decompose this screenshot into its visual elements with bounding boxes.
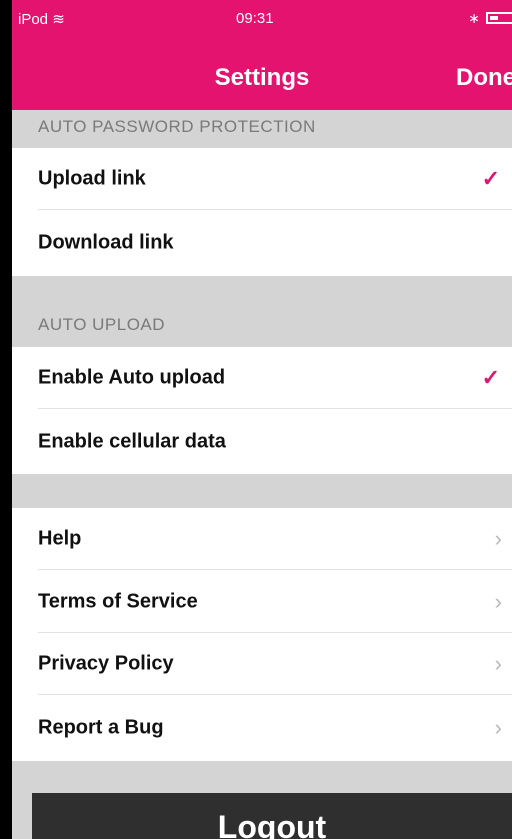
page-title: Settings	[214, 64, 310, 91]
row-label: Enable Auto upload	[38, 366, 226, 389]
bluetooth-icon: ∗	[468, 10, 480, 26]
status-time: 09:31	[236, 10, 274, 27]
privacy-policy-row[interactable]: Privacy Policy ›	[12, 633, 512, 695]
settings-screen: iPod ≋ 09:31 ∗ Settings Done AUTO PASSWO…	[12, 0, 512, 839]
battery-icon	[486, 12, 512, 24]
chevron-right-icon: ›	[494, 651, 502, 676]
enable-cellular-data-row[interactable]: Enable cellular data	[12, 409, 512, 474]
done-button[interactable]: Done	[456, 64, 512, 92]
row-label: Upload link	[38, 167, 146, 190]
help-row[interactable]: Help ›	[12, 508, 512, 570]
terms-of-service-row[interactable]: Terms of Service ›	[12, 570, 512, 633]
top-bar: iPod ≋ 09:31 ∗ Settings Done	[12, 0, 512, 110]
carrier-label: iPod ≋	[18, 11, 65, 28]
download-link-row[interactable]: Download link	[12, 210, 512, 276]
row-label: Report a Bug	[38, 716, 164, 739]
checkmark-icon: ✓	[481, 166, 500, 191]
row-label: Download link	[38, 231, 174, 254]
row-label: Privacy Policy	[38, 652, 174, 675]
section-header-password: AUTO PASSWORD PROTECTION	[38, 117, 316, 136]
report-a-bug-row[interactable]: Report a Bug ›	[12, 695, 512, 761]
row-label: Help	[38, 527, 82, 550]
wifi-icon: ≋	[52, 11, 65, 28]
row-label: Enable cellular data	[38, 430, 226, 452]
status-bar: iPod ≋ 09:31 ∗	[12, 0, 512, 48]
upload-link-row[interactable]: Upload link ✓	[12, 148, 512, 210]
logout-button[interactable]: Logout	[32, 793, 512, 839]
enable-auto-upload-row[interactable]: Enable Auto upload ✓	[12, 347, 512, 409]
chevron-right-icon: ›	[494, 588, 502, 614]
row-label: Terms of Service	[38, 590, 198, 612]
chevron-right-icon: ›	[494, 526, 502, 551]
chevron-right-icon: ›	[494, 715, 502, 740]
checkmark-icon: ✓	[481, 365, 500, 390]
section-header-upload: AUTO UPLOAD	[38, 315, 166, 334]
